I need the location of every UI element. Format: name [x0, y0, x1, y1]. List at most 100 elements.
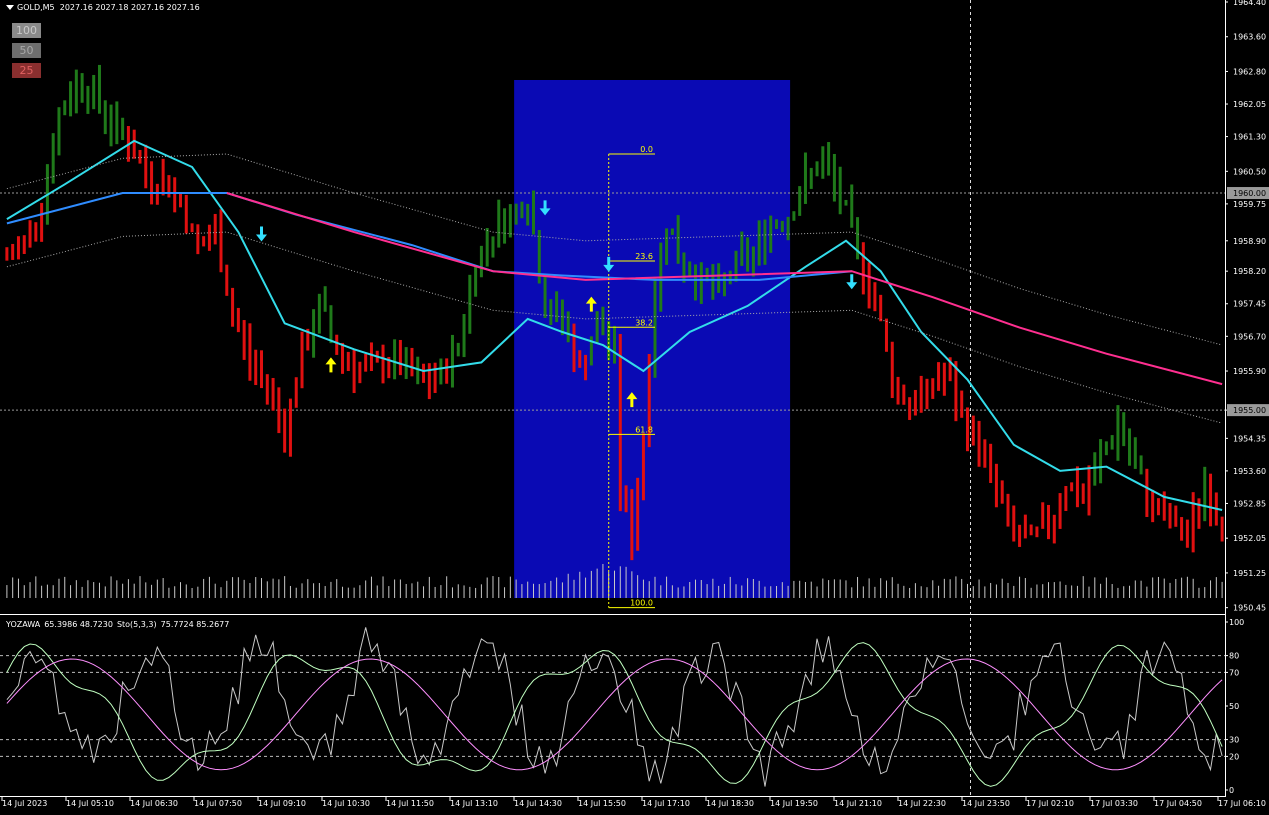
price-bar: [1047, 504, 1051, 540]
zoom-button-25[interactable]: 25: [12, 63, 41, 78]
price-bar: [526, 203, 530, 226]
time-tick-label: 14 Jul 14:30: [514, 799, 562, 808]
price-bar: [780, 220, 784, 233]
time-tick-label: 14 Jul 19:50: [770, 799, 818, 808]
price-bar: [294, 377, 298, 408]
price-bar: [173, 177, 177, 213]
price-bar: [1081, 483, 1085, 504]
price-bar: [844, 199, 848, 206]
price-tick-label: 1963.60: [1233, 33, 1266, 42]
price-bar: [618, 333, 622, 512]
price-bar: [1168, 503, 1172, 529]
price-bar: [462, 313, 466, 358]
price-chart[interactable]: 0.0 23.6 38.2 61.8 100.0 100 80 70 50 30 20 0 1964…: [0, 0, 1269, 815]
price-bar: [300, 331, 304, 389]
stoch-tick-label: 20: [1229, 752, 1239, 761]
price-bar: [202, 236, 206, 247]
price-bar: [277, 387, 281, 434]
price-bar: [364, 353, 368, 372]
price-bar: [879, 294, 883, 322]
dropdown-triangle-icon[interactable]: [6, 5, 14, 10]
zoom-button-100[interactable]: 100: [12, 23, 41, 38]
price-tick-label: 1961.30: [1233, 133, 1266, 142]
price-bar: [902, 384, 906, 405]
price-bar: [919, 375, 923, 413]
price-bar: [398, 339, 402, 376]
price-bar: [1064, 486, 1068, 511]
stoch-tick-label: 30: [1229, 736, 1239, 745]
stoch-values: 75.7724 85.2677: [160, 620, 230, 629]
price-bar: [335, 334, 339, 355]
price-bar: [219, 209, 223, 273]
price-bar: [670, 228, 674, 235]
price-bar: [965, 407, 969, 452]
stoch-tick-label: 80: [1229, 652, 1239, 661]
price-bar: [665, 228, 669, 265]
price-bar: [763, 219, 767, 265]
price-bar: [1070, 482, 1074, 492]
price-bar: [566, 311, 570, 343]
price-tick-label: 1962.80: [1233, 67, 1266, 76]
stoch-tick-label: 0: [1229, 786, 1234, 795]
price-bar: [225, 264, 229, 296]
price-bar: [410, 347, 414, 377]
zoom-button-50[interactable]: 50: [12, 43, 41, 58]
price-bar: [971, 415, 975, 446]
price-bar: [190, 223, 194, 233]
price-bar: [11, 243, 15, 260]
price-bar: [1145, 468, 1149, 517]
time-tick-label: 17 Jul 03:30: [1090, 799, 1138, 808]
price-bar: [884, 318, 888, 352]
price-bar: [908, 397, 912, 420]
price-bar: [404, 347, 408, 380]
price-bar: [1174, 505, 1178, 527]
price-bar: [57, 107, 61, 156]
price-bar: [103, 100, 107, 135]
price-bar: [248, 323, 252, 381]
price-bar: [150, 161, 154, 205]
price-bar: [40, 202, 44, 242]
price-bar: [682, 252, 686, 283]
price-bar: [381, 344, 385, 384]
price-bar: [775, 219, 779, 229]
price-bar: [1220, 516, 1224, 542]
price-tick-label: 1952.05: [1233, 534, 1266, 543]
price-bar: [63, 100, 67, 116]
price-bar: [1006, 493, 1010, 527]
price-bar: [803, 152, 807, 204]
price-tick-label: 1959.75: [1233, 200, 1266, 209]
fib-level-label: 61.8: [635, 425, 653, 434]
price-bar: [1018, 524, 1022, 547]
price-bar: [445, 358, 449, 384]
price-bar: [890, 341, 894, 399]
price-bar: [74, 69, 78, 114]
price-bar: [694, 264, 698, 301]
price-bar: [688, 261, 692, 278]
price-bar: [636, 477, 640, 551]
price-bar: [1116, 405, 1120, 461]
time-tick-label: 14 Jul 13:10: [450, 799, 498, 808]
price-tick-label: 1955.90: [1233, 367, 1266, 376]
price-bar: [144, 144, 148, 189]
time-tick-label: 14 Jul 06:30: [130, 799, 178, 808]
price-bar: [329, 305, 333, 344]
price-tick-label: 1958.90: [1233, 237, 1266, 246]
selection-box[interactable]: [514, 80, 791, 598]
price-bar: [994, 463, 998, 508]
price-tick-label: 1951.25: [1233, 569, 1266, 578]
time-tick-label: 17 Jul 06:10: [1218, 799, 1266, 808]
price-bar: [827, 142, 831, 176]
price-bar: [346, 351, 350, 372]
price-bar: [937, 362, 941, 391]
fib-level-label: 100.0: [630, 599, 653, 608]
price-bar: [1058, 493, 1062, 529]
price-bar: [757, 220, 761, 266]
price-bar: [1191, 492, 1195, 553]
price-bar: [341, 342, 345, 374]
price-bar: [838, 166, 842, 215]
price-bar: [1122, 412, 1126, 447]
price-bar: [1209, 473, 1213, 527]
price-tick-label: 1960.50: [1233, 167, 1266, 176]
price-bar: [572, 323, 576, 373]
price-bar: [422, 363, 426, 383]
